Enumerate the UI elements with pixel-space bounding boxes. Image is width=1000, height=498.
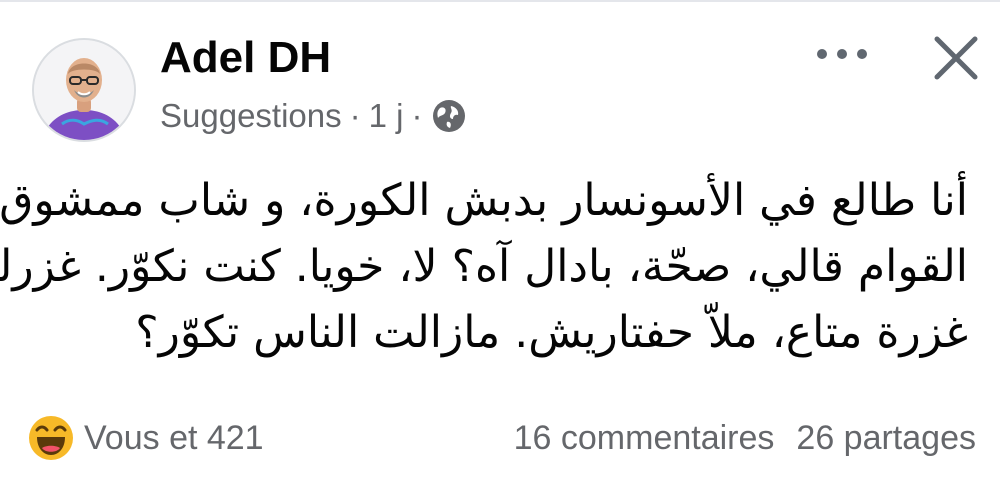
- more-options-button[interactable]: [810, 34, 874, 74]
- post-stats: 16 commentaires 26 partages: [514, 419, 976, 458]
- reactions-summary[interactable]: Vous et 421: [28, 415, 264, 461]
- author-name[interactable]: Adel DH: [160, 32, 331, 84]
- meta-separator: ·: [349, 97, 361, 134]
- post-text-line: أنا طالع في الأسونسار بدبش الكورة، و شاب…: [0, 175, 968, 226]
- meta-time[interactable]: 1 j: [369, 97, 404, 135]
- haha-emoji-icon: [29, 416, 73, 460]
- close-button[interactable]: [926, 28, 986, 88]
- top-divider: [0, 0, 1000, 2]
- shares-count[interactable]: 26 partages: [796, 419, 976, 458]
- post-text: أنا طالع في الأسونسار بدبش الكورة، و شاب…: [0, 168, 968, 366]
- reactions-label: Vous et 421: [84, 418, 264, 457]
- globe-icon: [432, 100, 465, 132]
- meta-separator: ·: [411, 97, 423, 134]
- avatar-image: [34, 40, 134, 140]
- comments-count[interactable]: 16 commentaires: [514, 419, 775, 458]
- post-text-line: غزرة متاع، ملاّ حفتاريش. مازالت الناس تك…: [135, 307, 968, 358]
- post-footer: Vous et 421 16 commentaires 26 partages: [28, 414, 976, 462]
- close-icon: [934, 36, 978, 80]
- avatar[interactable]: [32, 38, 136, 142]
- more-dots-icon: [817, 49, 867, 59]
- post-text-line: القوام قالي، صحّة، بادال آه؟ لا، خويا. ك…: [0, 241, 968, 292]
- meta-source[interactable]: Suggestions: [160, 97, 342, 135]
- post-meta: Suggestions · 1 j ·: [160, 96, 467, 136]
